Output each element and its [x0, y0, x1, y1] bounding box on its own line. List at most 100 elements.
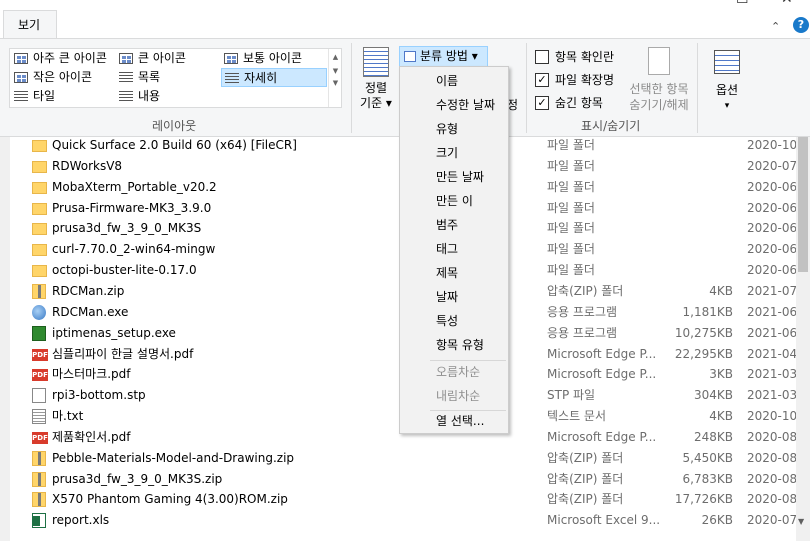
folder-icon [32, 202, 47, 215]
layout-list[interactable]: 목록 [116, 68, 160, 87]
scrollbar-thumb[interactable] [798, 137, 808, 272]
menu-item-date-modified[interactable]: 수정한 날짜 [401, 94, 507, 116]
layout-item-label: 보통 아이콘 [243, 51, 303, 65]
file-date: 2020-06 [747, 221, 796, 236]
large-icons-icon [119, 53, 133, 64]
menu-item-choose-columns[interactable]: 열 선택... [401, 410, 507, 432]
file-type: STP 파일 [547, 388, 596, 403]
close-icon[interactable]: ✕ [781, 0, 793, 7]
file-date: 2020-10 [747, 409, 796, 424]
details-icon [225, 73, 239, 84]
menu-item-name[interactable]: 이름 [401, 70, 507, 92]
file-name: RDCMan.exe [52, 304, 129, 319]
file-size: 10,275KB [674, 325, 733, 340]
file-name: 마스터마크.pdf [52, 367, 131, 382]
file-date: 2020-06 [747, 200, 796, 215]
file-row[interactable]: X570 Phantom Gaming 4(3.00)ROM.zip 압축(ZIP… [26, 489, 796, 510]
hidden-items-label: 숨긴 항목 [555, 96, 603, 110]
gallery-up-icon[interactable]: ▲ [329, 53, 342, 61]
file-size: 6,783KB [682, 471, 733, 486]
gallery-scrollbar[interactable]: ▲ ▼ ▼ [328, 49, 342, 107]
menu-item-item-type[interactable]: 항목 유형 [401, 334, 507, 356]
gallery-more-icon[interactable]: ▼ [329, 79, 342, 87]
file-row[interactable]: report.xls Microsoft Excel 9... 26KB 2020-0… [26, 510, 796, 531]
layout-large-icons[interactable]: 큰 아이콘 [116, 49, 186, 68]
file-type: 파일 폴더 [547, 221, 595, 236]
options-button[interactable]: 옵션 ▾ [705, 47, 749, 114]
file-size: 26KB [701, 513, 733, 528]
pdf-icon: PDF [32, 369, 48, 382]
menu-item-size[interactable]: 크기 [401, 142, 507, 164]
file-type: 파일 폴더 [547, 138, 595, 152]
file-size: 4KB [709, 409, 733, 424]
medium-icons-icon [224, 53, 238, 64]
file-type: 압축(ZIP) 폴더 [547, 492, 624, 507]
layout-medium-icons[interactable]: 보통 아이콘 [221, 49, 302, 68]
menu-item-title[interactable]: 제목 [401, 262, 507, 284]
sort-by-button[interactable]: 정렬 기준 ▾ [357, 47, 395, 121]
layout-details[interactable]: 자세히 [221, 68, 327, 87]
file-row[interactable]: prusa3d_fw_3_9_0_MK3S.zip 압축(ZIP) 폴더 6,783… [26, 469, 796, 490]
options-label: 옵션 [715, 83, 739, 97]
layout-content[interactable]: 내용 [116, 87, 160, 106]
maximize-icon[interactable]: ☐ [736, 0, 749, 7]
file-row[interactable]: Pebble-Materials-Model-and-Drawing.zip 압축… [26, 448, 796, 469]
file-type: Microsoft Edge P... [547, 367, 657, 382]
scroll-down-icon[interactable]: ▼ [798, 517, 804, 526]
vertical-scrollbar[interactable]: ▼ [796, 137, 810, 541]
tiles-icon [14, 91, 28, 102]
menu-item-tags[interactable]: 태그 [401, 238, 507, 260]
file-type: 파일 폴더 [547, 158, 595, 173]
file-name: Prusa-Firmware-MK3_3.9.0 [52, 200, 212, 215]
zip-icon [32, 492, 46, 508]
txt-icon [32, 409, 46, 425]
layout-extra-large-icons[interactable]: 아주 큰 아이콘 [11, 49, 107, 68]
file-name: octopi-buster-lite-0.17.0 [52, 263, 197, 278]
exe-icon [32, 304, 46, 320]
layout-tiles[interactable]: 타일 [11, 87, 55, 106]
list-icon [119, 72, 133, 83]
item-checkbox-toggle[interactable]: 항목 확인란 [535, 47, 614, 67]
large-icons-icon [14, 53, 28, 64]
layout-item-label: 아주 큰 아이콘 [33, 51, 107, 65]
file-extension-toggle[interactable]: ✓ 파일 확장명 [535, 70, 614, 90]
checkbox-checked-icon[interactable]: ✓ [535, 96, 549, 110]
tab-view[interactable]: 보기 [3, 10, 57, 38]
file-size: 17,726KB [674, 492, 733, 507]
gallery-down-icon[interactable]: ▼ [329, 67, 342, 75]
menu-item-type[interactable]: 유형 [401, 118, 507, 140]
menu-item-date-created[interactable]: 만든 날짜 [401, 166, 507, 188]
help-icon[interactable]: ? [793, 17, 809, 33]
file-name: prusa3d_fw_3_9_0_MK3S.zip [52, 471, 223, 486]
menu-item-ascending: 오름차순 [436, 365, 481, 379]
menu-item-categories[interactable]: 범주 [401, 214, 507, 236]
minimize-icon[interactable]: — [694, 0, 708, 7]
hide-selected-icon [648, 47, 670, 75]
file-name: X570 Phantom Gaming 4(3.00)ROM.zip [52, 492, 288, 507]
hide-selected-button[interactable]: 선택한 항목 숨기기/해제 [628, 47, 690, 113]
file-date: 2020-08 [747, 492, 796, 507]
menu-item-authors[interactable]: 만든 이 [401, 190, 507, 212]
file-date: 2021-06 [747, 325, 796, 340]
file-name: 제품확인서.pdf [52, 429, 131, 444]
layout-small-icons[interactable]: 작은 아이콘 [11, 68, 92, 87]
zip-icon [32, 283, 46, 299]
file-name: Quick Surface 2.0 Build 60 (x64) [FileCR… [52, 138, 297, 152]
menu-item-date[interactable]: 날짜 [401, 286, 507, 308]
collapse-ribbon-icon[interactable]: ⌃ [771, 20, 780, 33]
file-name: curl-7.70.0_2-win64-mingw [52, 242, 216, 257]
checkbox-unchecked-icon[interactable] [535, 50, 549, 64]
checkbox-checked-icon[interactable]: ✓ [535, 73, 549, 87]
ribbon-divider [697, 43, 698, 133]
layout-item-label: 큰 아이콘 [138, 51, 186, 65]
file-type: Microsoft Excel 9... [547, 513, 661, 528]
file-type: 파일 폴더 [547, 179, 595, 194]
hidden-items-toggle[interactable]: ✓ 숨긴 항목 [535, 93, 603, 113]
group-by-button[interactable]: 분류 방법 ▾ [399, 46, 488, 67]
folder-icon [32, 181, 47, 194]
file-date: 2020-06 [747, 263, 796, 278]
layout-item-label: 목록 [138, 70, 161, 84]
menu-item-attributes[interactable]: 특성 [401, 310, 507, 332]
file-name: RDCMan.zip [52, 283, 125, 298]
file-type: Microsoft Edge P... [547, 429, 657, 444]
